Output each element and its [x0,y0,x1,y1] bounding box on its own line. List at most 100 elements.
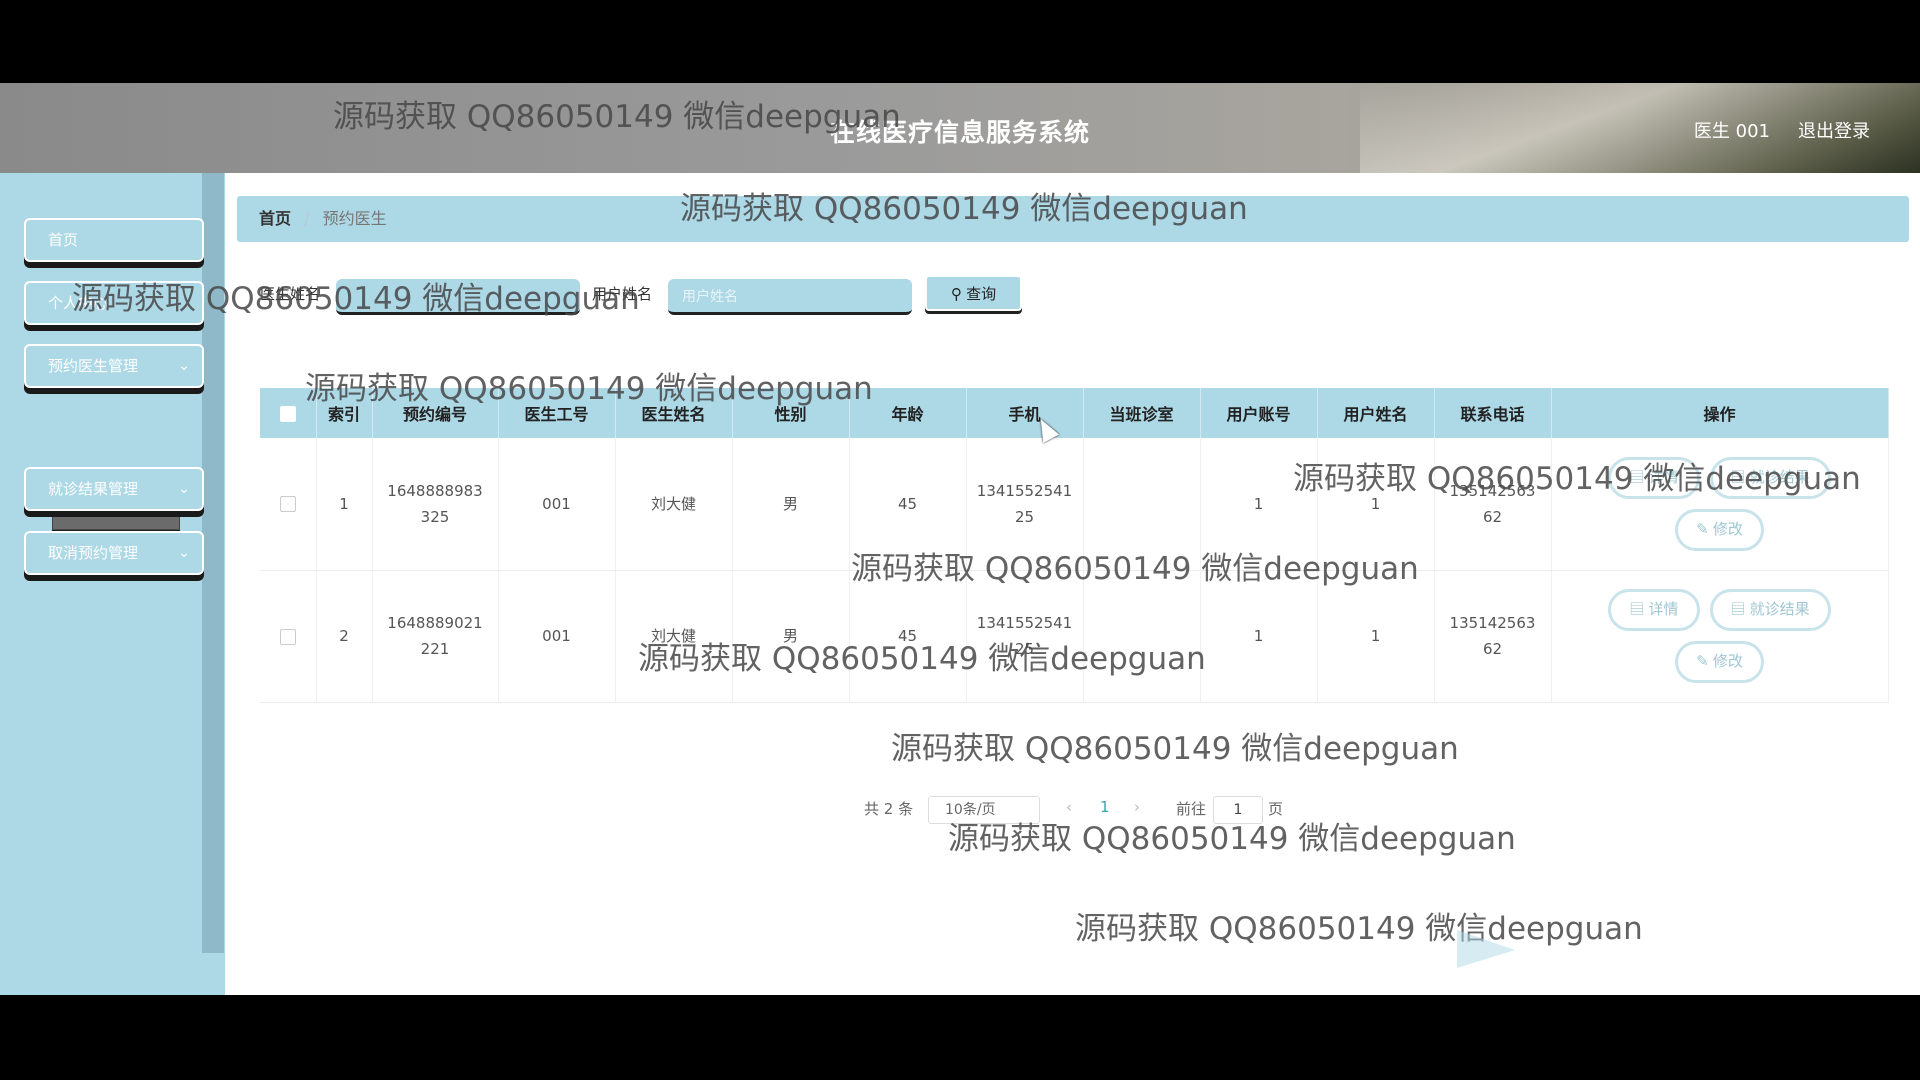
edit-icon: ✎ [1696,520,1713,538]
search-icon: ⚲ [950,285,962,303]
sidebar-item-appointment-management[interactable]: 预约医生管理 ⌄ [24,344,204,388]
page-size-select[interactable]: 10条/页 [928,796,1040,824]
chevron-down-icon: ⌄ [178,545,190,561]
cell-phone: 134155254125 [966,570,1084,703]
column-header: 操作 [1551,388,1889,438]
document-icon: ▤ [1629,601,1649,618]
cell-contact: 13514256362 [1434,570,1552,703]
edit-button[interactable]: ✎ 修改 [1675,508,1764,551]
search-button[interactable]: ⚲ 查询 [925,275,1022,311]
sidebar-item-profile[interactable]: 个人中心 [24,281,204,325]
sidebar-item-label: 预约医生管理 [48,357,139,375]
column-header: 年龄 [849,388,967,438]
sidebar-item-label: 取消预约管理 [48,544,139,562]
pagination-total: 共 2 条 [864,800,914,818]
chevron-down-icon: ⌄ [178,481,190,497]
sidebar-scrollbar[interactable] [202,173,224,953]
document-icon: ▤ [1730,468,1750,486]
cell-index: 1 [316,438,373,571]
result-button-label: 就诊结果 [1749,468,1810,486]
column-header: 当班诊室 [1083,388,1201,438]
edit-button-label: 修改 [1712,520,1743,538]
pagination-goto-label: 前往 [1176,800,1207,818]
edit-button[interactable]: ✎ 修改 [1675,641,1764,683]
table-header-row: 索引 预约编号 医生工号 医生姓名 性别 年龄 手机 当班诊室 用户账号 用户姓… [260,388,1889,438]
sidebar: 首页 个人中心 预约医生管理 ⌄ 预约医生 就诊结果管理 ⌄ 取消预约管理 ⌄ [0,173,225,995]
cell-room [1083,438,1201,571]
goto-page-input[interactable]: 1 [1213,796,1263,824]
user-name-input[interactable] [668,279,912,315]
column-header: 用户账号 [1200,388,1318,438]
result-button[interactable]: ▤ 就诊结果 [1709,589,1831,631]
cell-number: 1648888983325 [372,438,499,571]
column-header: 预约编号 [372,388,499,438]
select-all-cell[interactable] [260,388,317,438]
cell-number: 1648889021221 [372,570,499,703]
result-button-label: 就诊结果 [1749,601,1810,618]
detail-button-label: 详情 [1648,601,1679,618]
row-select-cell[interactable] [260,438,317,571]
column-header: 医生工号 [498,388,616,438]
breadcrumb-current: 预约医生 [322,209,387,228]
cell-username: 1 [1317,570,1435,703]
watermark-text: 源码获取 QQ86050149 微信deepguan [891,731,1459,767]
appointment-table: 索引 预约编号 医生工号 医生姓名 性别 年龄 手机 当班诊室 用户账号 用户姓… [260,388,1889,703]
prev-page-icon[interactable]: ‹ [1066,798,1072,816]
edit-icon: ✎ [1696,653,1713,670]
detail-button[interactable]: ▤ 详情 [1608,589,1700,631]
breadcrumb-home[interactable]: 首页 [259,209,291,228]
select-all-checkbox[interactable] [279,406,296,422]
app-window: 在线医疗信息服务系统 医生 001 退出登录 首页 个人中心 预约医生管理 ⌄ … [0,83,1920,995]
cell-contact: 13514256362 [1434,438,1552,571]
detail-button[interactable]: ▤ 详情 [1608,456,1700,499]
detail-button-label: 详情 [1648,468,1679,486]
cell-actions: ▤ 详情 ▤ 就诊结果 ✎ 修改 [1551,570,1889,703]
cell-account: 1 [1200,438,1318,571]
sidebar-item-home[interactable]: 首页 [24,218,204,262]
watermark-text: 源码获取 QQ86050149 微信deepguan [1075,911,1643,947]
edit-button-label: 修改 [1712,653,1743,670]
result-button[interactable]: ▤ 就诊结果 [1709,456,1831,499]
top-header: 在线医疗信息服务系统 医生 001 退出登录 [0,83,1920,173]
app-title: 在线医疗信息服务系统 [829,118,1090,147]
user-name-label: 用户姓名 [592,285,653,303]
column-header: 医生姓名 [615,388,733,438]
column-header: 手机 [966,388,1084,438]
sidebar-item-label: 首页 [48,231,79,249]
cell-gender: 男 [732,570,850,703]
cell-age: 45 [849,438,967,571]
column-header: 性别 [732,388,850,438]
cell-username: 1 [1317,438,1435,571]
column-header: 索引 [316,388,373,438]
sidebar-item-cancel-management[interactable]: 取消预约管理 ⌄ [24,531,204,575]
cell-doctor-id: 001 [498,438,616,571]
cell-age: 45 [849,570,967,703]
breadcrumb: 首页 / 预约医生 [237,196,1909,242]
cell-room [1083,570,1201,703]
table-row: 1 1648888983325 001 刘大健 男 45 13415525412… [260,438,1889,571]
sidebar-item-result-management[interactable]: 就诊结果管理 ⌄ [24,467,204,511]
cell-doctor-id: 001 [498,570,616,703]
document-icon: ▤ [1629,468,1649,486]
doctor-name-input[interactable] [336,279,580,315]
sidebar-item-label: 个人中心 [48,294,109,312]
breadcrumb-separator: / [304,209,310,228]
next-page-icon[interactable]: › [1134,798,1140,816]
cell-index: 2 [316,570,373,703]
row-checkbox[interactable] [279,628,296,645]
video-logo-icon [1457,930,1515,968]
column-header: 用户姓名 [1317,388,1435,438]
cell-doctor-name: 刘大健 [615,570,733,703]
cell-account: 1 [1200,570,1318,703]
pagination-current-page[interactable]: 1 [1100,798,1110,816]
doctor-name-label: 医生姓名 [260,285,321,303]
logout-link[interactable]: 退出登录 [1798,117,1870,143]
search-button-label: 查询 [966,285,997,303]
row-checkbox[interactable] [279,496,296,513]
sidebar-item-label: 就诊结果管理 [48,480,139,498]
cell-phone: 134155254125 [966,438,1084,571]
chevron-down-icon: ⌄ [178,358,190,374]
cell-actions: ▤ 详情 ▤ 就诊结果 ✎ 修改 [1551,438,1889,571]
row-select-cell[interactable] [260,570,317,703]
cell-gender: 男 [732,438,850,571]
